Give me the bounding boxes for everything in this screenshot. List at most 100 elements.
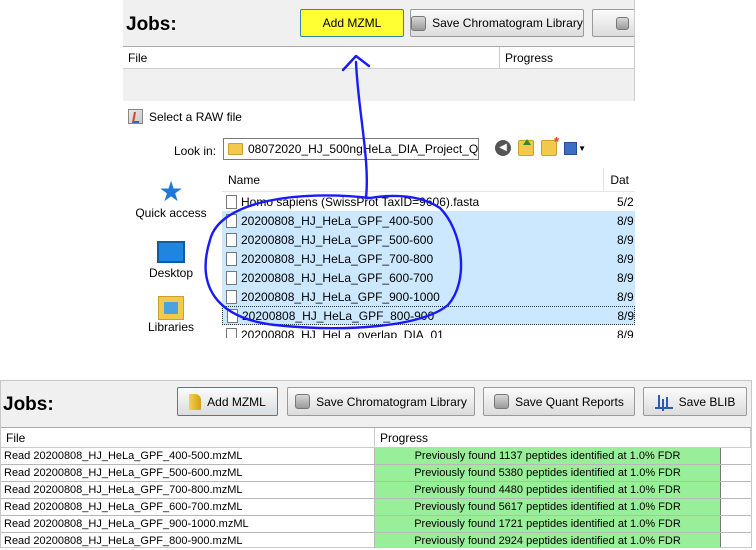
save-quant-reports-button[interactable]: Save Quant Reports xyxy=(483,387,635,416)
job-row[interactable]: Read 20200808_HJ_HeLa_GPF_400-500.mzML Pr… xyxy=(1,448,751,465)
file-date: 8/9 xyxy=(617,232,634,247)
database-icon xyxy=(494,394,510,409)
desktop-icon xyxy=(157,241,185,263)
file-date: 8/9 xyxy=(617,289,634,304)
top-jobs-panel: Jobs: Add MZML Save Chromatogram Library… xyxy=(123,0,635,101)
look-in-label: Look in: xyxy=(174,144,217,158)
file-row[interactable]: Homo sapiens (SwissProt TaxID=9606).fast… xyxy=(222,192,635,211)
chevron-down-icon: ▼ xyxy=(578,143,586,153)
jobs-table-header: File Progress xyxy=(1,427,751,448)
job-file: Read 20200808_HJ_HeLa_GPF_900-1000.mzML xyxy=(1,516,375,532)
place-quick-access[interactable]: ★ Quick access xyxy=(123,176,219,221)
save-chromatogram-library-button[interactable]: Save Chromatogram Library xyxy=(287,387,475,416)
file-name-cell: 20200808_HJ_HeLa_GPF_400-500 xyxy=(222,213,611,228)
place-label: Libraries xyxy=(147,320,195,334)
column-name[interactable]: Name xyxy=(222,168,605,191)
file-date: 8/9 xyxy=(617,270,634,285)
job-progress: Previously found 5380 peptides identifie… xyxy=(375,465,721,481)
job-row[interactable]: Read 20200808_HJ_HeLa_GPF_600-700.mzML Pr… xyxy=(1,499,751,516)
save-chromatogram-label: Save Chromatogram Library xyxy=(432,16,583,30)
file-name: Homo sapiens (SwissProt TaxID=9606).fast… xyxy=(241,194,480,209)
up-folder-icon[interactable] xyxy=(518,139,534,156)
file-name: 20200808_HJ_HeLa_GPF_800-900 xyxy=(242,308,435,323)
file-row[interactable]: 20200808_HJ_HeLa_overlap_DIA_01 8/9 xyxy=(222,325,635,338)
file-row[interactable]: 20200808_HJ_HeLa_GPF_800-900 8/9 xyxy=(222,306,635,325)
file-name: 20200808_HJ_HeLa_overlap_DIA_01 xyxy=(241,327,444,339)
file-icon xyxy=(226,194,237,209)
save-blib-label: Save BLIB xyxy=(678,394,736,409)
file-name: 20200808_HJ_HeLa_GPF_500-600 xyxy=(241,232,434,247)
job-file: Read 20200808_HJ_HeLa_GPF_800-900.mzML xyxy=(1,533,375,547)
save-quant-label: Save Quant Reports xyxy=(515,394,624,409)
dialog-title: Select a RAW file xyxy=(149,109,242,124)
job-progress: Previously found 1137 peptides identifie… xyxy=(375,448,721,464)
file-name-cell: Homo sapiens (SwissProt TaxID=9606).fast… xyxy=(222,194,611,209)
new-folder-icon[interactable] xyxy=(541,134,559,156)
file-icon xyxy=(226,213,237,228)
file-name-cell: 20200808_HJ_HeLa_GPF_600-700 xyxy=(222,270,611,285)
save-chromatogram-library-button[interactable]: Save Chromatogram Library xyxy=(410,9,584,37)
column-date[interactable]: Dat xyxy=(604,168,635,191)
job-row[interactable]: Read 20200808_HJ_HeLa_GPF_800-900.mzML Pr… xyxy=(1,533,751,547)
file-list: Homo sapiens (SwissProt TaxID=9606).fast… xyxy=(222,192,635,338)
place-desktop[interactable]: Desktop xyxy=(123,238,219,280)
job-file: Read 20200808_HJ_HeLa_GPF_600-700.mzML xyxy=(1,499,375,515)
file-date: 5/2 xyxy=(617,194,634,209)
file-name: 20200808_HJ_HeLa_GPF_700-800 xyxy=(241,251,434,266)
database-icon xyxy=(411,15,427,31)
look-in-select[interactable]: 08072020_HJ_500ngHeLa_DIA_Project_QE ⌵ xyxy=(223,138,479,160)
view-menu-icon[interactable]: ▼ xyxy=(564,140,586,156)
job-progress: Previously found 5617 peptides identifie… xyxy=(375,499,721,515)
file-row[interactable]: 20200808_HJ_HeLa_GPF_400-500 8/9 xyxy=(222,211,635,230)
file-list-header: Name Dat xyxy=(222,168,635,192)
save-blib-button[interactable]: Save BLIB xyxy=(643,387,747,416)
job-progress: Previously found 1721 peptides identifie… xyxy=(375,516,721,532)
file-row[interactable]: 20200808_HJ_HeLa_GPF_600-700 8/9 xyxy=(222,268,635,287)
file-icon xyxy=(226,232,237,247)
job-row[interactable]: Read 20200808_HJ_HeLa_GPF_500-600.mzML Pr… xyxy=(1,465,751,482)
jobs-table-body xyxy=(123,69,634,101)
place-libraries[interactable]: Libraries xyxy=(123,296,219,334)
file-name: 20200808_HJ_HeLa_GPF_400-500 xyxy=(241,213,434,228)
file-row[interactable]: 20200808_HJ_HeLa_GPF_700-800 8/9 xyxy=(222,249,635,268)
place-label: Quick access xyxy=(135,206,207,220)
file-date: 8/9 xyxy=(617,251,634,266)
file-icon xyxy=(226,327,237,338)
file-name: 20200808_HJ_HeLa_GPF_900-1000 xyxy=(241,289,440,304)
folder-icon xyxy=(228,143,243,155)
column-file[interactable]: File xyxy=(1,428,375,447)
star-icon: ★ xyxy=(158,176,184,207)
job-file: Read 20200808_HJ_HeLa_GPF_500-600.mzML xyxy=(1,465,375,481)
jobs-title: Jobs: xyxy=(126,14,177,35)
job-row[interactable]: Read 20200808_HJ_HeLa_GPF_900-1000.mzML P… xyxy=(1,516,751,533)
column-file[interactable]: File xyxy=(123,47,500,68)
database-icon xyxy=(615,16,629,30)
file-row[interactable]: 20200808_HJ_HeLa_GPF_900-1000 8/9 xyxy=(222,287,635,306)
job-progress: Previously found 4480 peptides identifie… xyxy=(375,482,721,498)
column-progress[interactable]: Progress xyxy=(375,428,751,447)
file-row[interactable]: 20200808_HJ_HeLa_GPF_500-600 8/9 xyxy=(222,230,635,249)
navigation-toolbar: ◀ ▼ xyxy=(495,134,586,156)
partial-button[interactable] xyxy=(592,9,634,37)
file-name-cell: 20200808_HJ_HeLa_GPF_900-1000 xyxy=(222,289,611,304)
file-name: 20200808_HJ_HeLa_GPF_600-700 xyxy=(241,270,434,285)
job-file: Read 20200808_HJ_HeLa_GPF_700-800.mzML xyxy=(1,482,375,498)
add-mzml-label: Add MZML xyxy=(207,394,266,409)
column-progress[interactable]: Progress xyxy=(500,47,634,68)
file-date: 8/9 xyxy=(617,213,634,228)
jobs-table-header: File Progress xyxy=(123,46,634,69)
grid-view-icon xyxy=(564,141,578,155)
job-progress: Previously found 2924 peptides identifie… xyxy=(375,533,721,547)
job-row[interactable]: Read 20200808_HJ_HeLa_GPF_700-800.mzML Pr… xyxy=(1,482,751,499)
file-chooser-dialog: Select a RAW file Look in: 08072020_HJ_5… xyxy=(123,102,635,338)
back-icon[interactable]: ◀ xyxy=(495,140,511,156)
add-mzml-button-highlighted[interactable]: Add MZML xyxy=(300,9,404,37)
file-date: 8/9 xyxy=(617,327,634,339)
mzml-file-icon xyxy=(189,393,202,410)
file-name-cell: 20200808_HJ_HeLa_GPF_500-600 xyxy=(222,232,611,247)
file-name-cell: 20200808_HJ_HeLa_GPF_800-900 xyxy=(223,308,611,323)
java-app-icon xyxy=(128,109,143,124)
file-name-cell: 20200808_HJ_HeLa_overlap_DIA_01 xyxy=(222,327,611,339)
add-mzml-button[interactable]: Add MZML xyxy=(177,387,278,416)
places-bar: ★ Quick access Desktop Libraries xyxy=(123,168,219,338)
